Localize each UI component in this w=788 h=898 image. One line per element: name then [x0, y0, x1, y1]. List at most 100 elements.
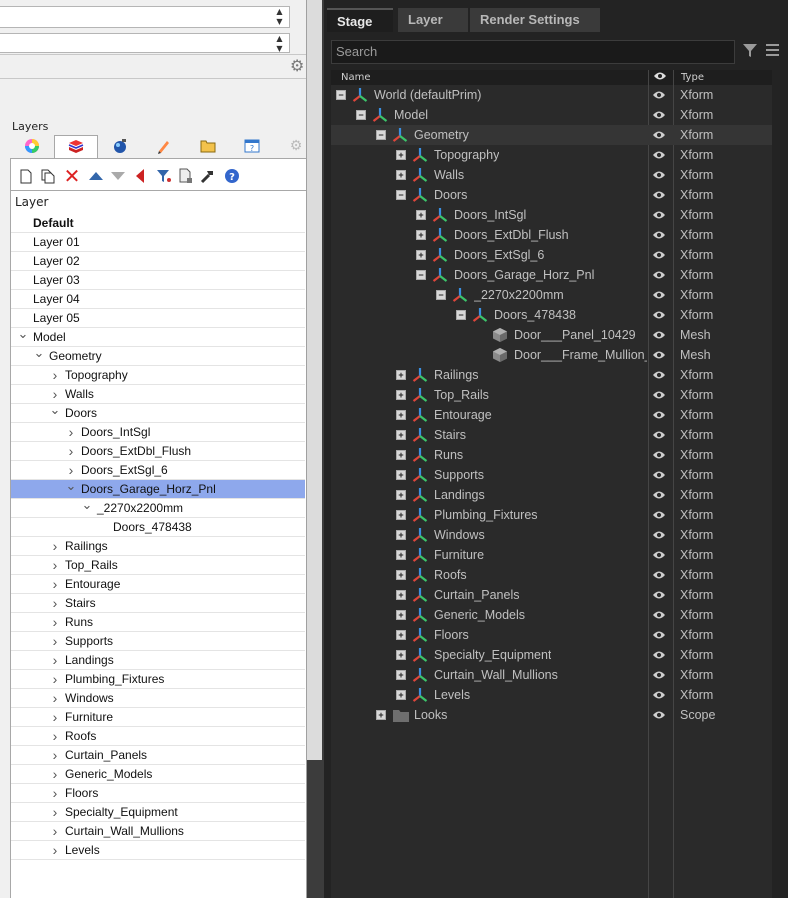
- chevron-right-icon[interactable]: ›: [49, 822, 61, 841]
- prim-row[interactable]: − Doors Xform: [331, 185, 772, 205]
- visibility-eye-icon[interactable]: [652, 309, 666, 319]
- visibility-eye-icon[interactable]: [652, 689, 666, 699]
- collapse-icon[interactable]: −: [336, 90, 346, 100]
- layer-row[interactable]: › Floors: [11, 784, 305, 803]
- expand-icon[interactable]: +: [416, 230, 426, 240]
- layer-row[interactable]: › Entourage: [11, 575, 305, 594]
- expand-icon[interactable]: +: [396, 590, 406, 600]
- visibility-eye-icon[interactable]: [652, 429, 666, 439]
- layer-row[interactable]: › Railings: [11, 537, 305, 556]
- chevron-down-icon[interactable]: ⌄: [33, 343, 45, 362]
- layer-row[interactable]: ⌄ Doors_Garage_Horz_Pnl: [11, 478, 305, 499]
- expand-icon[interactable]: +: [396, 650, 406, 660]
- visibility-eye-icon[interactable]: [652, 509, 666, 519]
- stepper-arrows[interactable]: ▲ ▼: [273, 34, 286, 54]
- chevron-right-icon[interactable]: ›: [49, 537, 61, 556]
- visibility-eye-icon[interactable]: [652, 209, 666, 219]
- expand-icon[interactable]: +: [396, 170, 406, 180]
- expand-icon[interactable]: +: [376, 710, 386, 720]
- visibility-eye-icon[interactable]: [652, 169, 666, 179]
- chevron-right-icon[interactable]: ›: [49, 594, 61, 613]
- prim-row[interactable]: − Model Xform: [331, 105, 772, 125]
- visibility-eye-icon[interactable]: [652, 349, 666, 359]
- layer-row[interactable]: Layer 04: [11, 290, 305, 309]
- visibility-eye-icon[interactable]: [652, 569, 666, 579]
- chevron-down-icon[interactable]: ⌄: [17, 324, 29, 343]
- prim-row[interactable]: + Top_Rails Xform: [331, 385, 772, 405]
- layer-row[interactable]: › Furniture: [11, 708, 305, 727]
- delete-icon[interactable]: ✕: [63, 164, 81, 188]
- top-dropdown-field[interactable]: ▲ ▼: [0, 6, 290, 28]
- prim-row[interactable]: + Doors_ExtDbl_Flush Xform: [331, 225, 772, 245]
- layer-row[interactable]: › Runs: [11, 613, 305, 632]
- color-wheel-icon[interactable]: [10, 135, 54, 157]
- prim-row[interactable]: + Runs Xform: [331, 445, 772, 465]
- expand-icon[interactable]: +: [416, 210, 426, 220]
- spin-arrows[interactable]: ▲ ▼: [273, 7, 286, 29]
- prim-row[interactable]: + Looks Scope: [331, 705, 772, 725]
- visibility-eye-icon[interactable]: [652, 329, 666, 339]
- layer-row[interactable]: Layer 01: [11, 233, 305, 252]
- prim-row[interactable]: + Floors Xform: [331, 625, 772, 645]
- prim-row[interactable]: Door___Frame_Mullion_ Mesh: [331, 345, 772, 365]
- layers-icon[interactable]: [54, 135, 98, 158]
- visibility-eye-icon[interactable]: [652, 709, 666, 719]
- prim-row[interactable]: − Doors_Garage_Horz_Pnl Xform: [331, 265, 772, 285]
- expand-icon[interactable]: +: [396, 510, 406, 520]
- chevron-right-icon[interactable]: ›: [65, 423, 77, 442]
- tab-render-settings[interactable]: Render Settings: [470, 8, 600, 32]
- prim-row[interactable]: + Curtain_Wall_Mullions Xform: [331, 665, 772, 685]
- column-type[interactable]: Type: [681, 72, 704, 83]
- visibility-eye-icon[interactable]: [652, 449, 666, 459]
- chevron-right-icon[interactable]: ›: [49, 803, 61, 822]
- expand-icon[interactable]: +: [396, 610, 406, 620]
- visibility-eye-icon[interactable]: [652, 229, 666, 239]
- layer-row[interactable]: › Doors_IntSgl: [11, 423, 305, 442]
- prim-row[interactable]: + Roofs Xform: [331, 565, 772, 585]
- prim-row[interactable]: + Railings Xform: [331, 365, 772, 385]
- visibility-eye-icon[interactable]: [652, 669, 666, 679]
- prim-row[interactable]: + Doors_ExtSgl_6 Xform: [331, 245, 772, 265]
- layer-row[interactable]: Doors_478438: [11, 518, 305, 537]
- folder-icon[interactable]: [186, 135, 230, 157]
- gear-icon[interactable]: ⚙: [290, 58, 306, 74]
- chevron-right-icon[interactable]: ›: [49, 689, 61, 708]
- visibility-eye-icon[interactable]: [652, 589, 666, 599]
- move-down-icon[interactable]: [109, 167, 127, 185]
- expand-icon[interactable]: +: [396, 690, 406, 700]
- collapse-icon[interactable]: −: [376, 130, 386, 140]
- layer-row[interactable]: ⌄ _2270x2200mm: [11, 497, 305, 518]
- visibility-eye-icon[interactable]: [652, 469, 666, 479]
- visibility-eye-icon[interactable]: [652, 409, 666, 419]
- expand-icon[interactable]: +: [396, 150, 406, 160]
- prim-row[interactable]: + Landings Xform: [331, 485, 772, 505]
- layer-row[interactable]: › Levels: [11, 841, 305, 860]
- layer-row[interactable]: › Supports: [11, 632, 305, 651]
- prim-row[interactable]: + Windows Xform: [331, 525, 772, 545]
- expand-icon[interactable]: +: [396, 390, 406, 400]
- layer-row[interactable]: Default: [11, 214, 305, 233]
- collapse-icon[interactable]: −: [456, 310, 466, 320]
- layer-row[interactable]: › Topography: [11, 366, 305, 385]
- prim-row[interactable]: + Entourage Xform: [331, 405, 772, 425]
- prim-row[interactable]: − Geometry Xform: [331, 125, 772, 145]
- copy-icon[interactable]: [177, 167, 195, 185]
- chevron-right-icon[interactable]: ›: [49, 556, 61, 575]
- visibility-eye-icon[interactable]: [652, 369, 666, 379]
- pencil-icon[interactable]: [142, 135, 186, 157]
- visibility-eye-icon[interactable]: [652, 109, 666, 119]
- column-name[interactable]: Name: [341, 72, 371, 83]
- new-sublayer-icon[interactable]: [39, 167, 57, 185]
- layer-row[interactable]: › Roofs: [11, 727, 305, 746]
- collapse-icon[interactable]: −: [356, 110, 366, 120]
- visibility-eye-icon[interactable]: [652, 89, 666, 99]
- prim-row[interactable]: + Generic_Models Xform: [331, 605, 772, 625]
- layer-row[interactable]: › Specialty_Equipment: [11, 803, 305, 822]
- layer-row[interactable]: › Top_Rails: [11, 556, 305, 575]
- prim-row[interactable]: + Supports Xform: [331, 465, 772, 485]
- expand-icon[interactable]: +: [396, 530, 406, 540]
- expand-icon[interactable]: +: [396, 450, 406, 460]
- new-layer-icon[interactable]: [17, 167, 35, 185]
- prim-row[interactable]: − _2270x2200mm Xform: [331, 285, 772, 305]
- prim-row[interactable]: + Curtain_Panels Xform: [331, 585, 772, 605]
